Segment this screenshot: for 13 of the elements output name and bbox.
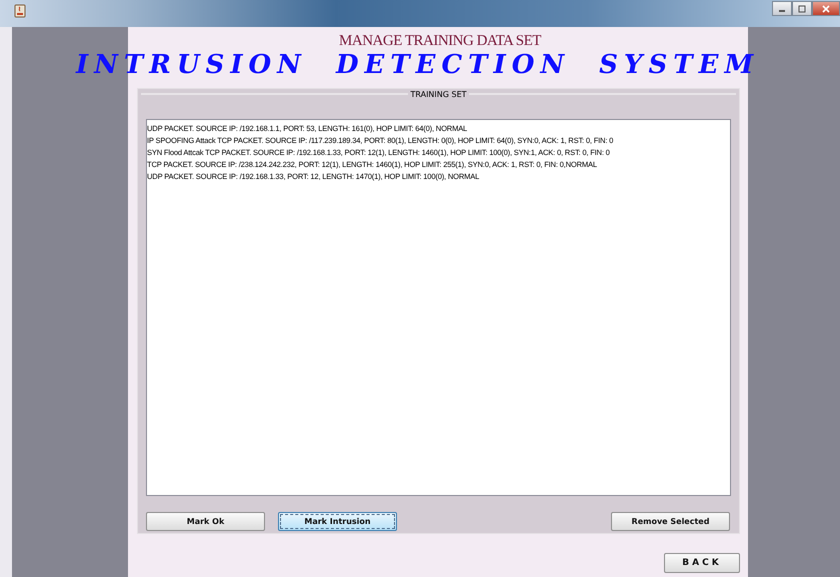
- minimize-button[interactable]: [772, 1, 792, 16]
- close-button[interactable]: [812, 1, 840, 16]
- app-icon: [14, 4, 26, 18]
- page-title: MANAGE TRAINING DATA SET: [339, 33, 541, 49]
- app-title: INTRUSION DETECTION SYSTEM: [76, 50, 760, 80]
- back-button[interactable]: BACK: [664, 553, 740, 573]
- action-button[interactable]: Remove Selected: [611, 512, 730, 531]
- training-set-list[interactable]: [146, 119, 731, 496]
- maximize-button[interactable]: [792, 1, 812, 16]
- action-button[interactable]: Mark Ok: [146, 512, 265, 531]
- close-icon: [821, 4, 831, 12]
- action-button[interactable]: Mark Intrusion: [278, 512, 397, 531]
- maximize-icon: [797, 4, 807, 12]
